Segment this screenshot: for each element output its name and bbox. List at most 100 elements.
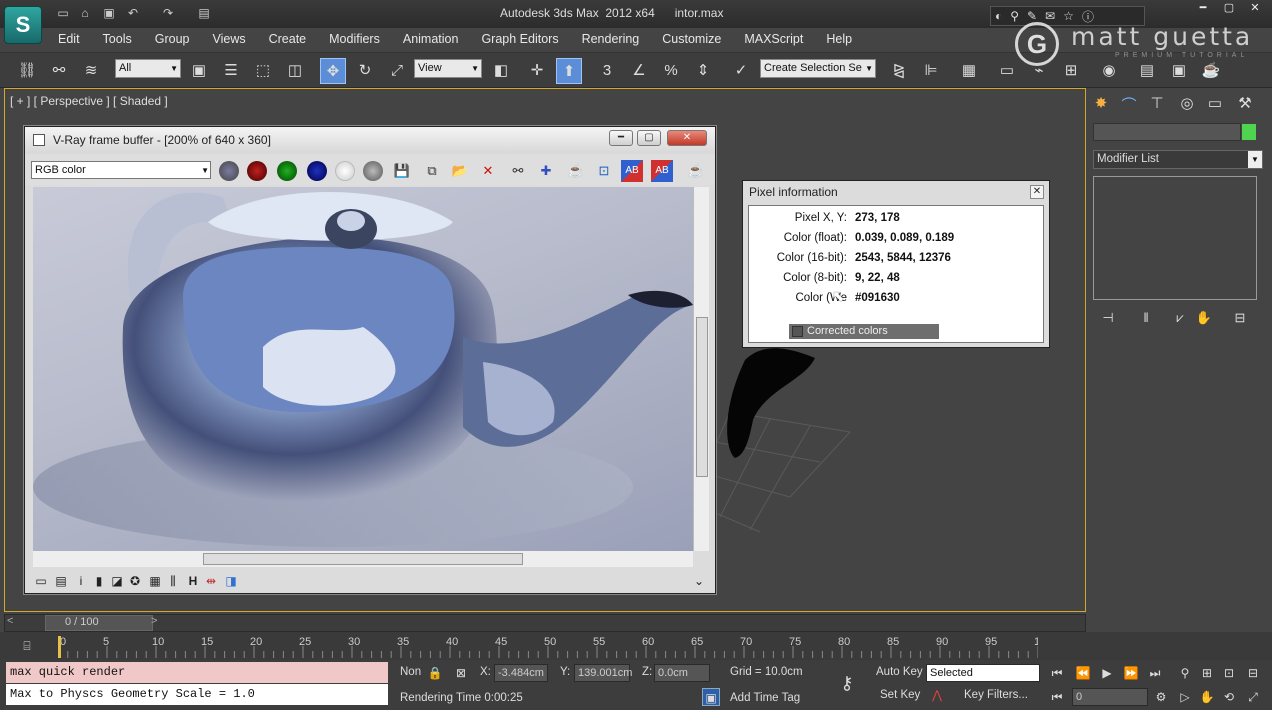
expand-toolbar-icon[interactable]: ⌄ xyxy=(691,573,707,589)
maxscript-listener-input[interactable]: max quick render xyxy=(6,662,388,683)
current-frame-field[interactable]: 0 xyxy=(1072,688,1148,706)
y-coordinate-field[interactable]: 139.001cm xyxy=(574,664,632,682)
create-tab-icon[interactable]: ✸ xyxy=(1090,94,1112,114)
menu-customize[interactable]: Customize xyxy=(650,28,732,50)
absolute-mode-icon[interactable]: ⊠ xyxy=(452,664,470,682)
maxscript-listener-output[interactable]: Max to Physcs Geometry Scale = 1.0 xyxy=(6,684,388,705)
exposure-icon[interactable]: ▦ xyxy=(147,573,163,589)
track-mouse-icon[interactable]: ✚ xyxy=(535,160,557,182)
keyboard-shortcut-override-icon[interactable]: ⬆ xyxy=(556,58,582,84)
modifier-stack[interactable] xyxy=(1093,176,1257,300)
pivot-center-icon[interactable]: ◧ xyxy=(488,58,514,84)
menu-animation[interactable]: Animation xyxy=(391,28,470,50)
key-icon[interactable]: ⚷ xyxy=(838,674,856,692)
clear-image-icon[interactable]: ✕ xyxy=(477,160,499,182)
new-file-icon[interactable]: ▭ xyxy=(55,6,71,20)
named-selection-dropdown[interactable]: Create Selection Se xyxy=(760,59,876,78)
menu-help[interactable]: Help xyxy=(814,28,863,50)
show-corrections-icon[interactable]: ▭ xyxy=(33,573,49,589)
reference-coordinate-dropdown[interactable]: View xyxy=(414,59,482,78)
hierarchy-tab-icon[interactable]: ⊤ xyxy=(1146,94,1168,114)
communication-icon[interactable]: ✉ xyxy=(1045,9,1055,23)
menu-maxscript[interactable]: MAXScript xyxy=(732,28,814,50)
utilities-tab-icon[interactable]: ⚒ xyxy=(1234,94,1256,114)
go-to-end-icon[interactable]: ⏭ xyxy=(1146,664,1164,682)
track-bar[interactable]: ⌸ 0 5 10 15 20 25 30 35 40 45 50 55 60 65 70 75 80 85 90 95… xyxy=(0,632,1272,660)
key-mode-toggle-icon[interactable]: ⏮ xyxy=(1048,688,1066,706)
selection-filter-dropdown[interactable]: All xyxy=(115,59,181,78)
bind-space-warp-icon[interactable]: ≋ xyxy=(78,58,104,84)
region-render-icon[interactable]: ⊡ xyxy=(593,160,615,182)
time-slider[interactable]: < 0 / 100 > xyxy=(4,614,1086,632)
checkbox-box[interactable] xyxy=(792,326,803,337)
menu-edit[interactable]: Edit xyxy=(46,28,91,50)
object-color-swatch[interactable] xyxy=(1242,124,1256,140)
select-and-link-icon[interactable]: ⛓ xyxy=(14,58,40,84)
select-and-scale-icon[interactable]: ⤢ xyxy=(384,58,410,84)
channel-dropdown[interactable]: RGB color ▼ xyxy=(31,161,211,179)
corrected-colors-checkbox[interactable]: Corrected colors xyxy=(789,324,939,339)
close-button[interactable]: ✕ xyxy=(1244,0,1266,16)
show-end-result-icon[interactable]: ‖ xyxy=(1136,310,1156,326)
monochrome-mode-icon[interactable] xyxy=(363,161,383,181)
view-blue-channel-icon[interactable] xyxy=(307,161,327,181)
color-clamp-icon[interactable]: ▮ xyxy=(91,573,107,589)
object-name-field[interactable] xyxy=(1093,123,1241,141)
vfb-maximize-button[interactable]: ▢ xyxy=(637,130,661,146)
pin-stack-icon[interactable]: ⊣ xyxy=(1098,310,1118,326)
go-to-start-icon[interactable]: ⏮ xyxy=(1048,664,1066,682)
menu-modifiers[interactable]: Modifiers xyxy=(317,28,391,50)
render-last-icon[interactable]: ☕ xyxy=(685,160,707,182)
next-frame-icon[interactable]: > xyxy=(151,615,157,627)
menu-create[interactable]: Create xyxy=(257,28,318,50)
maximize-button[interactable]: ▢ xyxy=(1218,0,1240,16)
angle-snap-icon[interactable]: ∠ xyxy=(626,58,652,84)
play-icon[interactable]: ▶ xyxy=(1098,664,1116,682)
menu-views[interactable]: Views xyxy=(200,28,256,50)
selection-lock-icon[interactable]: 🔒 xyxy=(426,664,444,682)
layer-manager-icon[interactable]: ▦ xyxy=(956,58,982,84)
time-tag-icon[interactable]: ▣ xyxy=(702,688,720,706)
save-file-icon[interactable]: ▣ xyxy=(101,6,117,20)
add-time-tag[interactable]: Add Time Tag xyxy=(730,692,800,704)
remove-modifier-icon[interactable]: ✋ xyxy=(1194,310,1214,326)
color-levels-icon[interactable]: ◪ xyxy=(109,573,125,589)
srgb-icon[interactable]: ⇹ xyxy=(203,573,219,589)
x-coordinate-field[interactable]: -3.484cm xyxy=(494,664,548,682)
display-tab-icon[interactable]: ▭ xyxy=(1204,94,1226,114)
rectangular-selection-icon[interactable]: ⬚ xyxy=(250,58,276,84)
view-rgb-icon[interactable] xyxy=(219,161,239,181)
previous-key-icon[interactable]: ⏪ xyxy=(1074,664,1092,682)
binoculars-icon[interactable]: ◐ xyxy=(995,9,1002,23)
set-key-button[interactable]: Set Key xyxy=(880,689,920,701)
key-tangent-icon[interactable]: ⋀ xyxy=(928,686,946,704)
pixel-info-title[interactable]: Pixel information xyxy=(743,181,1049,203)
select-by-name-icon[interactable]: ☰ xyxy=(218,58,244,84)
viewport-label[interactable]: [ + ] [ Perspective ] [ Shaded ] xyxy=(10,94,168,108)
vfb-minimize-button[interactable]: ━ xyxy=(609,130,633,146)
previous-frame-icon[interactable]: < xyxy=(7,615,13,627)
lut-icon[interactable]: ⫼ xyxy=(165,573,181,589)
auto-key-button[interactable]: Auto Key xyxy=(876,666,923,678)
vfb-close-button[interactable]: ✕ xyxy=(667,130,707,146)
subscription-icon[interactable]: ✎ xyxy=(1027,9,1037,23)
menu-tools[interactable]: Tools xyxy=(91,28,143,50)
pixel-information-icon[interactable]: ▤ xyxy=(53,573,69,589)
open-file-icon[interactable]: ⌂ xyxy=(77,6,93,20)
make-unique-icon[interactable]: ⩗ xyxy=(1170,310,1190,326)
info-icon[interactable]: i xyxy=(73,573,89,589)
compare-a-b-icon[interactable]: AB xyxy=(621,160,643,182)
select-object-icon[interactable]: ▣ xyxy=(186,58,212,84)
project-folder-icon[interactable]: ▤ xyxy=(196,6,212,20)
modify-tab-icon[interactable]: ⌒ xyxy=(1118,94,1140,114)
snaps-toggle-icon[interactable]: 3 xyxy=(594,58,620,84)
key-mode-dropdown[interactable]: Selected xyxy=(926,664,1040,682)
ocio-icon[interactable]: ◨ xyxy=(223,573,239,589)
configure-modifier-sets-icon[interactable]: ⊟ xyxy=(1230,310,1250,326)
compare-b-a-icon[interactable]: AB xyxy=(651,160,673,182)
mirror-icon[interactable]: ⧎ xyxy=(886,58,912,84)
favorites-icon[interactable]: ☆ xyxy=(1063,9,1074,23)
pan-view-icon[interactable]: ✋ xyxy=(1198,688,1216,706)
select-manipulate-icon[interactable]: ✛ xyxy=(524,58,550,84)
rendered-image[interactable] xyxy=(33,187,693,551)
